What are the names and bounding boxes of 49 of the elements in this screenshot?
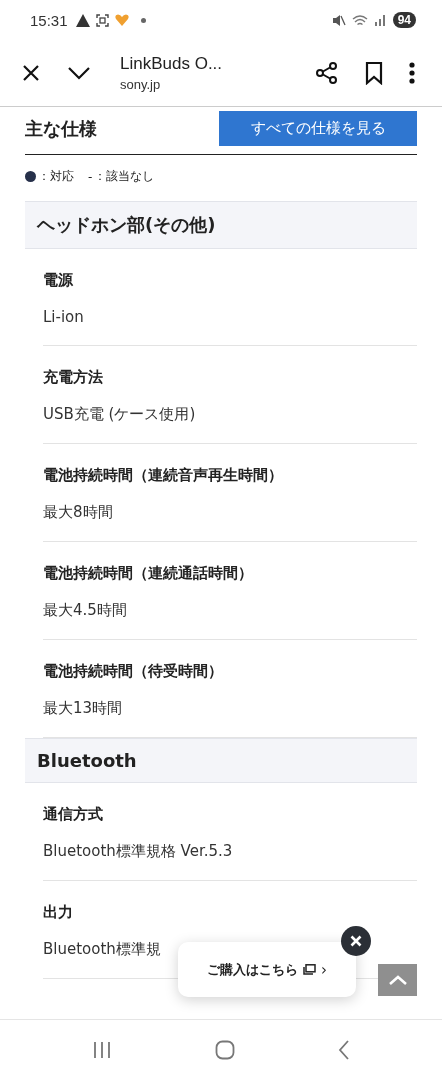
- back-icon: [338, 1040, 351, 1060]
- heart-icon: [114, 14, 129, 26]
- chevron-up-icon: [387, 974, 408, 986]
- spec-value: 最大8時間: [43, 503, 113, 522]
- share-icon: [315, 61, 339, 85]
- warning-icon: [75, 13, 90, 27]
- chevron-down-icon: [67, 66, 91, 80]
- legend-text: ：該当なし: [94, 168, 155, 185]
- chevron-right-icon: ›: [321, 960, 327, 979]
- purchase-link[interactable]: ご購入はこちら: [207, 960, 298, 979]
- group-heading: Bluetooth: [25, 738, 417, 783]
- spec-label: 電源: [43, 271, 74, 290]
- spec-label: 電池持続時間（連続音声再生時間）: [43, 466, 284, 485]
- spec-value: USB充電 (ケース使用): [43, 405, 196, 424]
- group-heading: ヘッドホン部(その他): [25, 201, 417, 249]
- spec-value: 最大4.5時間: [43, 601, 127, 620]
- mute-icon: [331, 13, 346, 27]
- close-popup-button[interactable]: [341, 926, 371, 956]
- external-window-icon: [303, 964, 316, 975]
- close-icon: [21, 63, 41, 83]
- close-icon: [350, 935, 362, 947]
- supported-dot-icon: [25, 171, 36, 182]
- all-specs-button[interactable]: すべての仕様を見る: [219, 111, 417, 146]
- more-vertical-icon: [409, 62, 415, 84]
- spec-value: Bluetooth標準規格 Ver.5.3: [43, 842, 233, 861]
- spec-label: 電池持続時間（連続通話時間）: [43, 564, 254, 583]
- notification-dot-icon: [140, 17, 146, 23]
- scroll-to-top-button[interactable]: [378, 964, 417, 996]
- section-title: 主な仕様: [25, 116, 97, 141]
- spec-label: 出力: [43, 903, 74, 922]
- status-time: 15:31: [30, 11, 68, 29]
- purchase-popup[interactable]: ご購入はこちら ›: [178, 942, 356, 997]
- spec-label: 充電方法: [43, 368, 104, 387]
- battery-level: 94: [392, 12, 416, 28]
- screenshot-icon: [95, 13, 109, 27]
- home-icon: [215, 1040, 235, 1060]
- spec-value: Li-ion: [43, 308, 84, 326]
- spec-value: Bluetooth標準規: [43, 940, 161, 959]
- page-url: sony.jp: [120, 77, 162, 92]
- legend-text: ：対応: [38, 168, 74, 185]
- wifi-icon: [351, 13, 368, 27]
- bookmark-icon: [365, 61, 383, 85]
- page-title: LinkBuds O...: [120, 54, 224, 74]
- signal-icon: [373, 14, 387, 26]
- legend-dash: -: [88, 169, 93, 184]
- spec-label: 電池持続時間（待受時間）: [43, 662, 224, 681]
- spec-value: 最大13時間: [43, 699, 123, 718]
- recent-apps-icon: [91, 1041, 112, 1059]
- spec-label: 通信方式: [43, 805, 104, 824]
